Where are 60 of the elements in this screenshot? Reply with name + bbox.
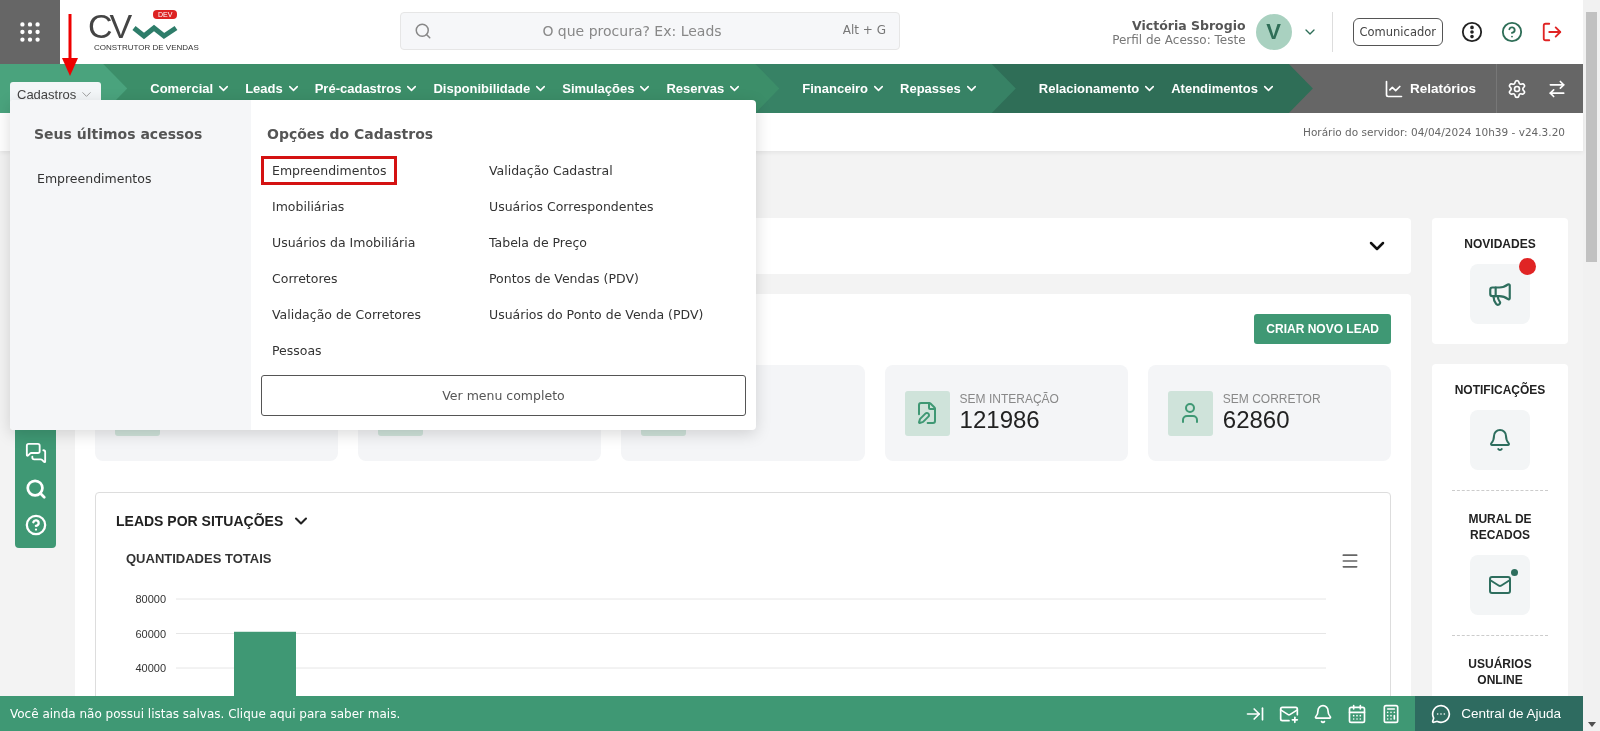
menu-heading: Seus últimos acessos (34, 126, 204, 142)
menu-link[interactable]: Tabela de Preço (478, 228, 598, 257)
news-button[interactable] (1470, 264, 1530, 324)
server-info: Horário do servidor: 04/04/2024 10h39 - v24.3.20 (1303, 126, 1565, 138)
axis-label: 60000 (135, 627, 166, 640)
stat-label: SEM INTERAÇÃO (959, 392, 1059, 406)
menu-link[interactable]: Pessoas (261, 336, 333, 365)
full-menu-button[interactable]: Ver menu completo (261, 375, 746, 416)
nav-menu-item[interactable]: Reservas (659, 75, 750, 102)
menu-link[interactable]: Imobiliárias (261, 192, 356, 221)
nav-menu-item[interactable]: Simulações (555, 75, 660, 102)
grid-icon (17, 19, 43, 45)
menu-link[interactable]: Validação Cadastral (478, 156, 624, 185)
search-icon (414, 22, 432, 40)
communicator-button[interactable]: Comunicador (1352, 18, 1443, 46)
nav-menu-item[interactable]: Atendimentos (1164, 75, 1283, 102)
menu-link[interactable]: Usuários do Ponto de Venda (PDV) (478, 300, 715, 329)
nav-menu-item[interactable]: Repasses (893, 75, 986, 102)
axis-label: 80000 (135, 593, 166, 605)
nav-menu-item[interactable]: Pré-cadastros (307, 75, 427, 102)
user-name: Victória Sbrogio (1132, 17, 1246, 33)
axis-label: 40000 (135, 662, 166, 674)
annotation-arrow (60, 14, 80, 78)
new-lead-button[interactable]: CRIAR NOVO LEAD (1254, 314, 1391, 344)
menu-link[interactable]: Corretores (261, 264, 349, 293)
menu-link[interactable]: Usuários Correspondentes (478, 192, 665, 221)
stat-value: 62860 (1222, 406, 1291, 434)
chart-section-toggle[interactable]: LEADS POR SITUAÇÕES (116, 511, 312, 531)
stat-value: 121986 (959, 406, 1041, 434)
nav-menu-item[interactable]: Financeiro (795, 75, 894, 102)
saved-lists-link[interactable]: Você ainda não possui listas salvas. Clique aqui para saber mais. (0, 706, 401, 721)
side-title: NOTIFICAÇÕES (1454, 382, 1546, 398)
chat-bubble-icon (1431, 703, 1452, 724)
line-chart-icon (1383, 78, 1404, 99)
menu-link[interactable]: Empreendimentos (261, 156, 398, 185)
side-title: USUÁRIOS ONLINE (1467, 656, 1533, 688)
menu-heading: Opções do Cadastros (266, 126, 435, 142)
nav-menu-item[interactable]: Leads (238, 75, 308, 102)
help-center-button[interactable]: Central de Ajuda (1415, 696, 1583, 731)
bell-button[interactable] (1470, 410, 1530, 470)
mail-icon (1488, 573, 1512, 597)
menu-link[interactable]: Pontos de Vendas (PDV) (478, 264, 650, 293)
mail-button[interactable] (1470, 555, 1530, 615)
menu-link[interactable]: Validação de Corretores (261, 300, 432, 329)
side-title: MURAL DE RECADOS (1467, 511, 1533, 543)
chart-title: QUANTIDADES TOTAIS (126, 551, 272, 566)
megaphone-icon (1487, 281, 1513, 307)
side-title: NOVIDADES (1464, 236, 1536, 252)
nav-menu-item[interactable]: Relacionamento (1031, 75, 1165, 102)
more-options-icon[interactable] (1461, 21, 1483, 43)
menu-link[interactable]: Empreendimentos (26, 164, 163, 193)
apps-menu-button[interactable] (0, 0, 60, 64)
menu-link[interactable]: Usuários da Imobiliária (261, 228, 427, 257)
user-profile: Perfil de Acesso: Teste (1112, 32, 1246, 47)
nav-menu-item[interactable]: Disponibilidade (426, 75, 556, 102)
stat-label: SEM CORRETOR (1222, 392, 1321, 406)
nav-menu-item[interactable]: Comercial (143, 75, 239, 102)
user-avatar[interactable]: V (1255, 14, 1292, 50)
shortcut-hint: Alt + G (842, 23, 886, 37)
bell-icon (1488, 428, 1512, 452)
